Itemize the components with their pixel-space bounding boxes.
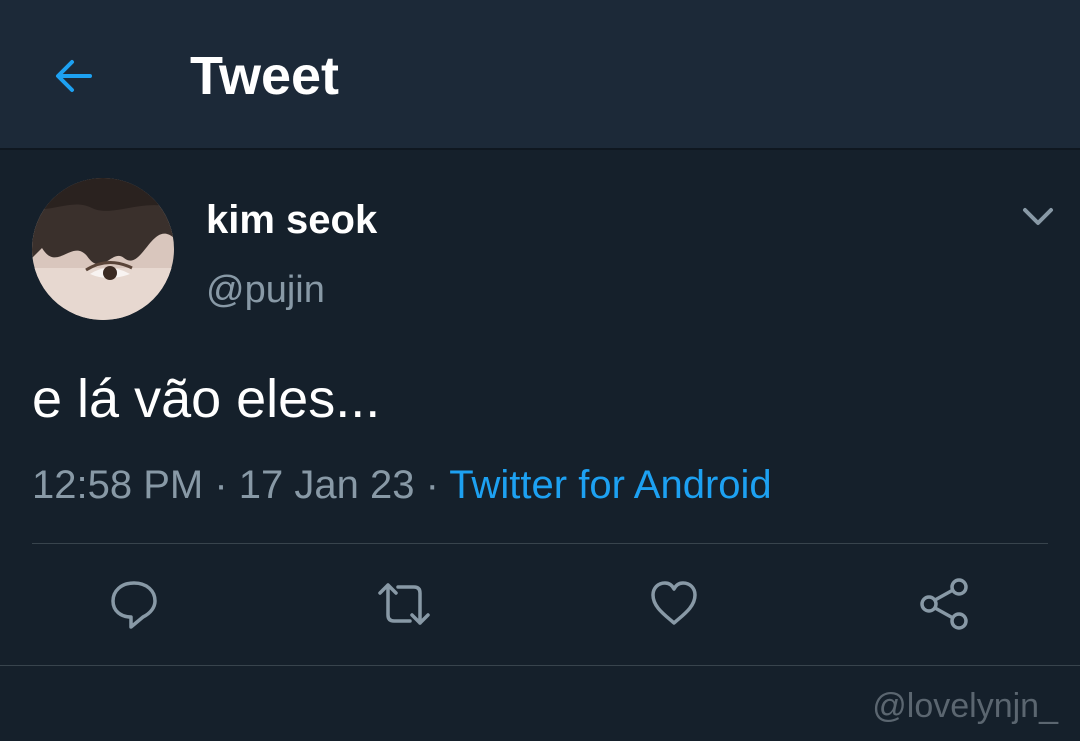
author-handle[interactable]: @pujin (206, 266, 325, 314)
share-button[interactable] (914, 574, 974, 634)
author-display-name[interactable]: kim seok (206, 196, 377, 244)
avatar[interactable] (32, 178, 174, 320)
tweet-screen: Tweet kim seok @pujin e lá vão eles... 1… (0, 0, 1080, 741)
back-button[interactable] (44, 46, 104, 106)
divider (0, 665, 1080, 666)
avatar-image (32, 178, 174, 320)
reply-button[interactable] (104, 574, 164, 634)
like-button[interactable] (644, 574, 704, 634)
retweet-button[interactable] (374, 574, 434, 634)
retweet-icon (378, 583, 430, 625)
reply-icon (111, 581, 157, 629)
watermark: @lovelynjn_ (872, 687, 1058, 725)
top-app-bar: Tweet (0, 0, 1080, 150)
divider (32, 543, 1048, 544)
tweet-date: 17 Jan 23 (238, 463, 415, 507)
chevron-down-icon (1023, 208, 1053, 225)
tweet-source-link[interactable]: Twitter for Android (449, 463, 771, 507)
heart-icon (651, 581, 697, 625)
tweet-time: 12:58 PM (32, 463, 204, 507)
page-title: Tweet (190, 46, 340, 106)
more-options-button[interactable] (1018, 200, 1058, 234)
meta-separator: · (203, 463, 239, 507)
tweet-metadata: 12:58 PM · 17 Jan 23 · Twitter for Andro… (32, 460, 772, 510)
arrow-left-icon (56, 60, 92, 92)
tweet-text: e lá vão eles... (32, 369, 381, 429)
share-icon (920, 578, 968, 630)
meta-separator: · (414, 463, 450, 507)
